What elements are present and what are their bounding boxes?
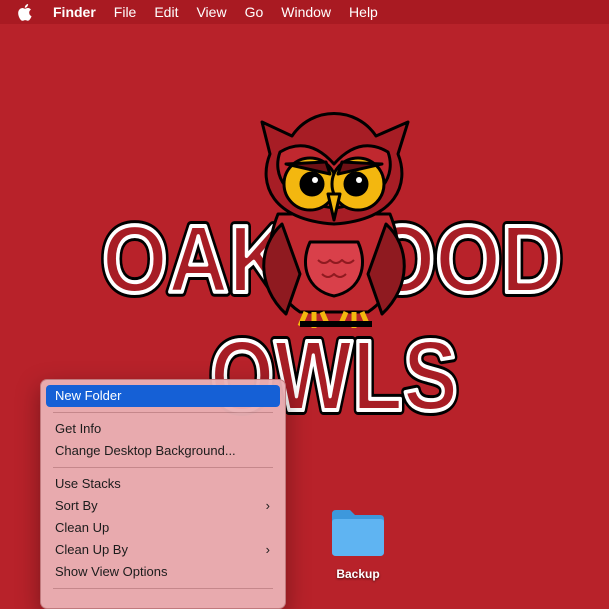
menu-go[interactable]: Go	[236, 0, 273, 24]
menu-item-new-folder[interactable]: New Folder	[46, 385, 280, 407]
menu-item-sort-by[interactable]: Sort By ›	[46, 495, 280, 517]
menu-file[interactable]: File	[105, 0, 146, 24]
menu-item-show-view-options[interactable]: Show View Options	[46, 561, 280, 583]
menu-finder[interactable]: Finder	[44, 0, 105, 24]
menu-item-change-desktop-background[interactable]: Change Desktop Background...	[46, 440, 280, 462]
menu-help[interactable]: Help	[340, 0, 387, 24]
menu-window[interactable]: Window	[272, 0, 340, 24]
apple-menu-icon[interactable]	[18, 3, 36, 21]
folder-label: Backup	[336, 567, 380, 581]
menu-item-get-info[interactable]: Get Info	[46, 418, 280, 440]
menu-item-label: Clean Up By	[55, 542, 128, 557]
menu-bar: Finder File Edit View Go Window Help	[0, 0, 609, 24]
menu-item-label: Sort By	[55, 498, 98, 513]
folder-icon	[332, 510, 384, 556]
menu-edit[interactable]: Edit	[145, 0, 187, 24]
menu-item-clean-up[interactable]: Clean Up	[46, 517, 280, 539]
desktop-folder-backup[interactable]: Backup	[318, 506, 398, 581]
menu-separator	[53, 588, 273, 589]
menu-separator	[53, 412, 273, 413]
desktop-context-menu: New Folder Get Info Change Desktop Backg…	[40, 379, 286, 609]
chevron-right-icon: ›	[265, 498, 270, 513]
menu-separator	[53, 467, 273, 468]
menu-item-use-stacks[interactable]: Use Stacks	[46, 473, 280, 495]
menu-view[interactable]: View	[187, 0, 235, 24]
chevron-right-icon: ›	[265, 542, 270, 557]
owl-mascot-icon	[260, 112, 410, 328]
menu-item-clean-up-by[interactable]: Clean Up By ›	[46, 539, 280, 561]
